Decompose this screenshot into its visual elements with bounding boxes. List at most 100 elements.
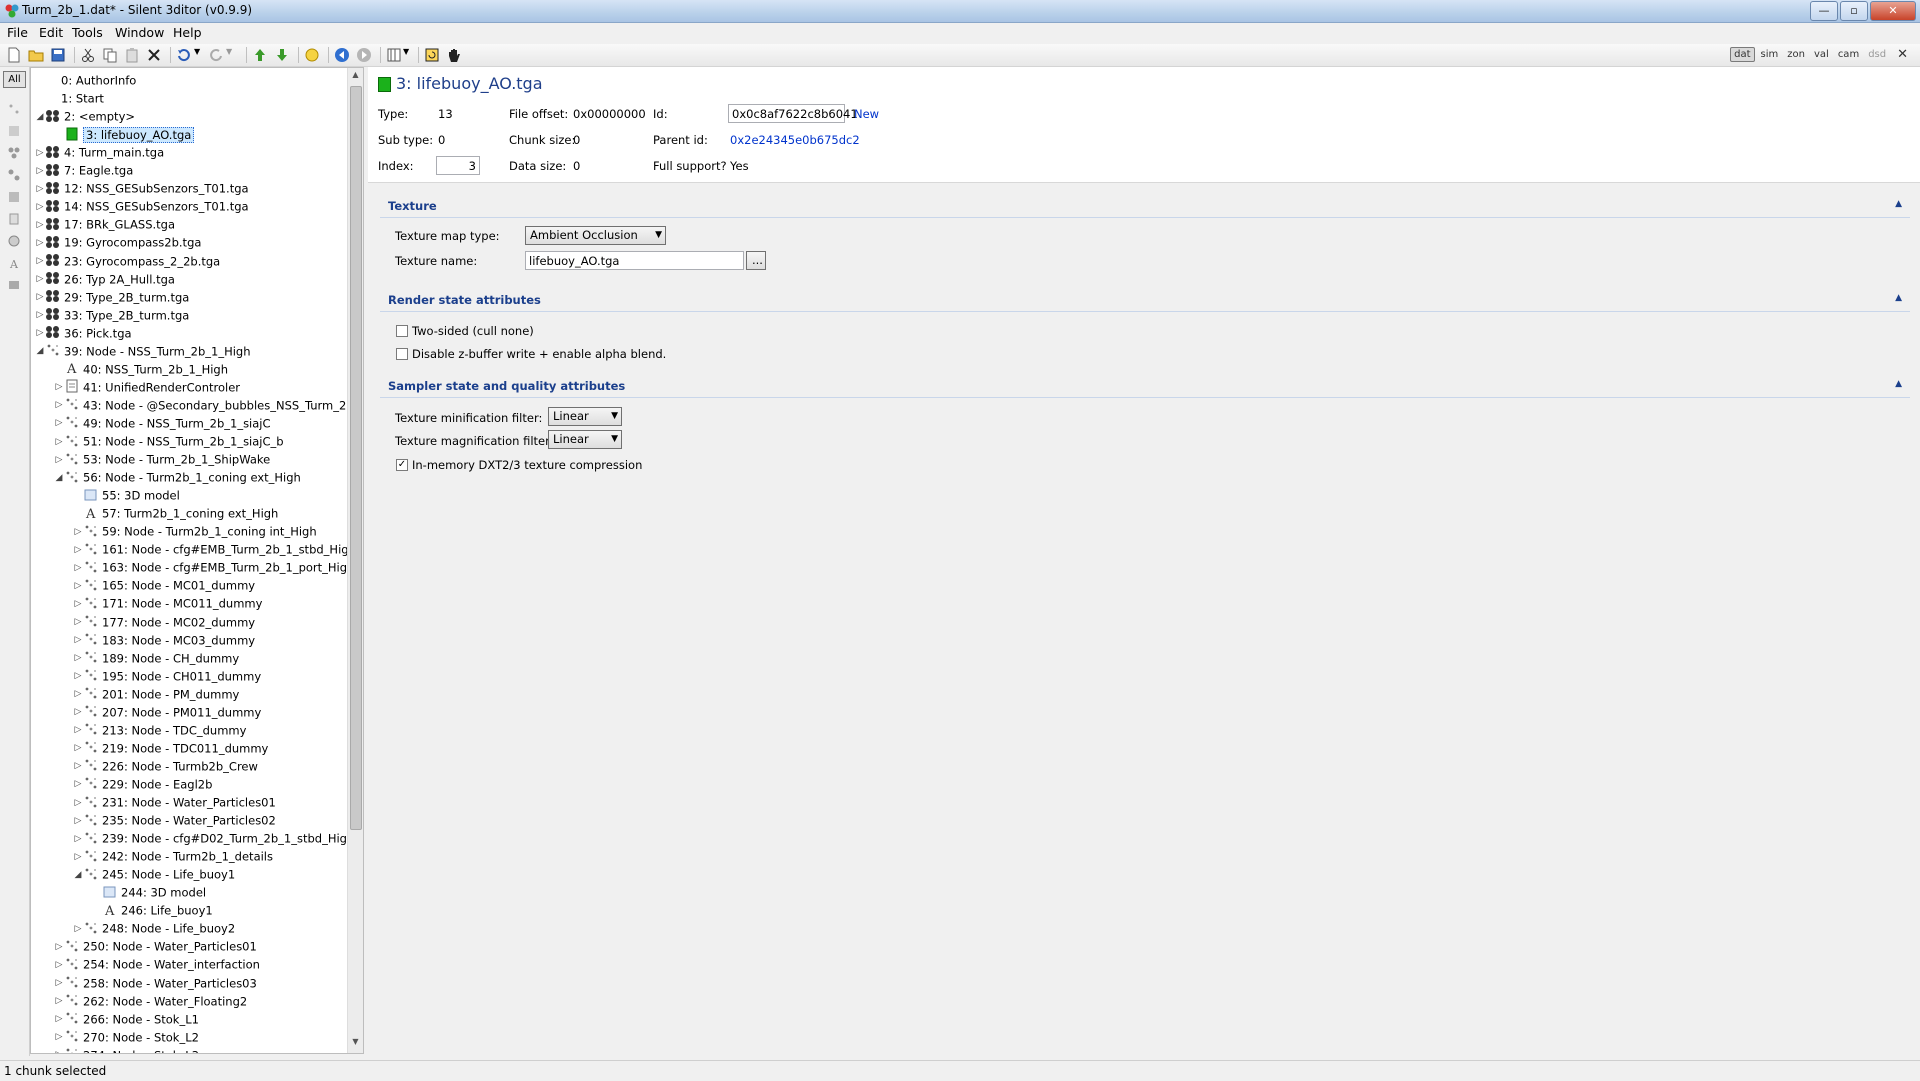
expand-arrow-icon[interactable]: ▷ <box>73 703 83 721</box>
expand-arrow-icon[interactable]: ▷ <box>35 306 45 324</box>
tree-row[interactable]: ▷ 201: Node - PM_dummy <box>73 685 240 703</box>
tree-row[interactable]: ▷ 231: Node - Water_Particles01 <box>73 793 276 811</box>
dxt-compression-checkbox[interactable]: ✓ <box>396 459 408 471</box>
browse-texture-button[interactable]: ... <box>746 251 766 270</box>
tree-row[interactable]: ▷ 177: Node - MC02_dummy <box>73 613 256 631</box>
expand-arrow-icon[interactable]: ▷ <box>73 794 83 812</box>
filter-all-button[interactable]: All <box>3 71 26 88</box>
tree-row[interactable]: ▷ 33: Type_2B_turm.tga <box>35 306 189 324</box>
tree-row[interactable]: ▷ 4: Turm_main.tga <box>35 143 164 161</box>
expand-arrow-icon[interactable]: ▷ <box>73 739 83 757</box>
delete-icon[interactable] <box>146 47 162 63</box>
mag-filter-select[interactable]: Linear ▼ <box>548 430 622 449</box>
filter-node-icon[interactable] <box>8 103 20 115</box>
expand-arrow-icon[interactable]: ▷ <box>35 324 45 342</box>
expand-arrow-icon[interactable]: ▷ <box>54 451 64 469</box>
tree-row[interactable]: ▷ 53: Node - Turm_2b_1_ShipWake <box>54 450 271 469</box>
tree-row[interactable]: ▷ 23: Gyrocompass_2_2b.tga <box>35 252 220 270</box>
tree-row[interactable]: ▷ 17: BRk_GLASS.tga <box>35 215 175 233</box>
view-dropdown-icon[interactable]: ▼ <box>403 47 419 63</box>
mode-dsd[interactable]: dsd <box>1865 48 1889 61</box>
expand-arrow-icon[interactable]: ▷ <box>35 162 45 180</box>
expand-arrow-icon[interactable]: ▷ <box>54 956 64 974</box>
filter-image-icon[interactable] <box>8 191 20 203</box>
tree-row[interactable]: ▷ 266: Node - Stok_L1 <box>54 1010 199 1028</box>
tree-row[interactable]: ▷ 163: Node - cfg#EMB_Turm_2b_1_port_High <box>73 558 355 577</box>
sampler-section-header[interactable]: Sampler state and quality attributes ▲ <box>380 377 1910 398</box>
expand-arrow-icon[interactable]: ▷ <box>35 180 45 198</box>
expand-arrow-icon[interactable]: ▷ <box>73 920 83 938</box>
expand-arrow-icon[interactable]: ▷ <box>73 721 83 739</box>
expand-arrow-icon[interactable]: ▷ <box>73 631 83 649</box>
expand-arrow-icon[interactable]: ▷ <box>73 830 83 848</box>
tree-row[interactable]: ▷ 229: Node - Eagl2b <box>73 775 213 793</box>
mode-sim[interactable]: sim <box>1758 48 1782 61</box>
tree-row[interactable]: ▷ 258: Node - Water_Particles03 <box>54 974 257 992</box>
filter-material-icon[interactable] <box>8 169 20 181</box>
menu-edit[interactable]: Edit <box>39 25 63 40</box>
undo-icon[interactable] <box>176 47 192 63</box>
expand-arrow-icon[interactable]: ▷ <box>54 1028 64 1046</box>
index-input[interactable]: 3 <box>436 156 480 175</box>
texture-map-type-select[interactable]: Ambient Occlusion ▼ <box>525 226 666 245</box>
collapse-arrow-icon[interactable]: ◢ <box>54 469 64 487</box>
tree-row[interactable]: ▷ 219: Node - TDC011_dummy <box>73 739 269 757</box>
tree-row[interactable]: ▷ 270: Node - Stok_L2 <box>54 1028 199 1046</box>
texture-name-input[interactable]: lifebuoy_AO.tga <box>525 251 744 270</box>
scroll-thumb[interactable] <box>350 86 362 830</box>
mode-val[interactable]: val <box>1811 48 1832 61</box>
cut-icon[interactable] <box>80 47 96 63</box>
expand-arrow-icon[interactable]: ▷ <box>35 288 45 306</box>
expand-arrow-icon[interactable]: ▷ <box>35 216 45 234</box>
new-file-icon[interactable] <box>6 47 22 63</box>
forward-icon[interactable] <box>356 47 372 63</box>
texture-section-header[interactable]: Texture ▲ <box>380 197 1910 218</box>
tree-row[interactable]: ▷ 189: Node - CH_dummy <box>73 649 240 667</box>
filter-model-icon[interactable] <box>8 125 20 137</box>
chunk-tree[interactable]: 0: AuthorInfo 1: Start ◢ 2: <empty> 3: lifeb… <box>30 67 364 1054</box>
menu-window[interactable]: Window <box>115 25 164 40</box>
expand-arrow-icon[interactable]: ▷ <box>35 270 45 288</box>
expand-arrow-icon[interactable]: ▷ <box>73 685 83 703</box>
tree-row[interactable]: ◢ 2: <empty> <box>35 107 135 125</box>
tree-row[interactable]: ▷ 36: Pick.tga <box>35 324 132 342</box>
expand-arrow-icon[interactable]: ▷ <box>54 433 64 451</box>
tree-row[interactable]: ▷ 49: Node - NSS_Turm_2b_1_siajC <box>54 414 271 432</box>
expand-arrow-icon[interactable]: ▷ <box>73 559 83 577</box>
tree-row[interactable]: ▷ 248: Node - Life_buoy2 <box>73 919 236 938</box>
close-window-button[interactable]: ✕ <box>1870 1 1916 21</box>
tree-row[interactable]: ▷ 274: Node - Stok_L3 <box>54 1046 199 1053</box>
tree-row[interactable]: ▷ 239: Node - cfg#D02_Turm_2b_1_stbd_High <box>73 829 355 848</box>
scroll-down-icon[interactable]: ▼ <box>350 1037 361 1051</box>
move-up-icon[interactable] <box>252 47 268 63</box>
expand-arrow-icon[interactable]: ▷ <box>54 414 64 432</box>
menu-help[interactable]: Help <box>173 25 202 40</box>
back-icon[interactable] <box>334 47 350 63</box>
minimize-button[interactable]: — <box>1810 1 1838 21</box>
expand-arrow-icon[interactable]: ▷ <box>73 775 83 793</box>
tree-row-selected[interactable]: 3: lifebuoy_AO.tga <box>54 125 195 143</box>
disable-zbuffer-checkbox[interactable] <box>396 348 408 360</box>
menu-tools[interactable]: Tools <box>72 25 103 40</box>
id-input[interactable]: 0x0c8af7622c8b6041 <box>728 104 858 123</box>
tree-row[interactable]: 1: Start <box>61 89 104 107</box>
collapse-icon[interactable]: ▲ <box>1895 293 1902 303</box>
filter-doc-icon[interactable] <box>8 213 20 225</box>
tree-row[interactable]: ▷ 7: Eagle.tga <box>35 161 133 179</box>
expand-arrow-icon[interactable]: ▷ <box>73 541 83 559</box>
tree-row[interactable]: ▷ 41: UnifiedRenderControler <box>54 378 240 396</box>
tree-row[interactable]: ▷ 165: Node - MC01_dummy <box>73 576 256 594</box>
tree-row[interactable]: 0: AuthorInfo <box>61 71 136 89</box>
min-filter-select[interactable]: Linear ▼ <box>548 407 622 426</box>
tree-row[interactable]: ▷ 43: Node - @Secondary_bubbles_NSS_Turm_… <box>54 396 363 414</box>
tree-row[interactable]: ▷ 19: Gyrocompass2b.tga <box>35 233 201 251</box>
expand-arrow-icon[interactable]: ▷ <box>54 396 64 414</box>
tree-row[interactable]: A 246: Life_buoy1 <box>92 901 213 919</box>
tree-row[interactable]: ▷ 26: Typ 2A_Hull.tga <box>35 270 175 288</box>
tree-row[interactable]: ◢ 245: Node - Life_buoy1 <box>73 865 236 883</box>
tree-row[interactable]: 55: 3D model <box>73 486 180 504</box>
expand-arrow-icon[interactable]: ▷ <box>73 523 83 541</box>
expand-arrow-icon[interactable]: ▷ <box>73 595 83 613</box>
tree-row[interactable]: A 40: NSS_Turm_2b_1_High <box>54 360 228 378</box>
tree-row[interactable]: ▷ 29: Type_2B_turm.tga <box>35 288 189 306</box>
